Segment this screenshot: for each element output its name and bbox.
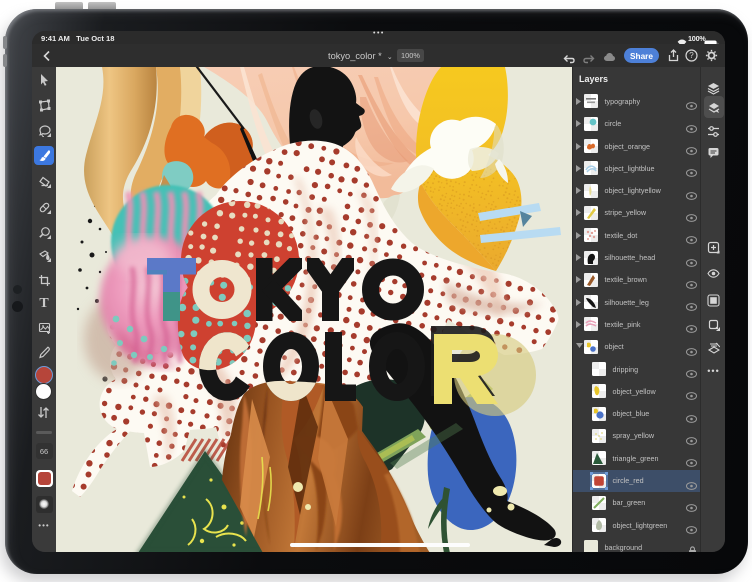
svg-text:?: ? xyxy=(689,51,694,60)
